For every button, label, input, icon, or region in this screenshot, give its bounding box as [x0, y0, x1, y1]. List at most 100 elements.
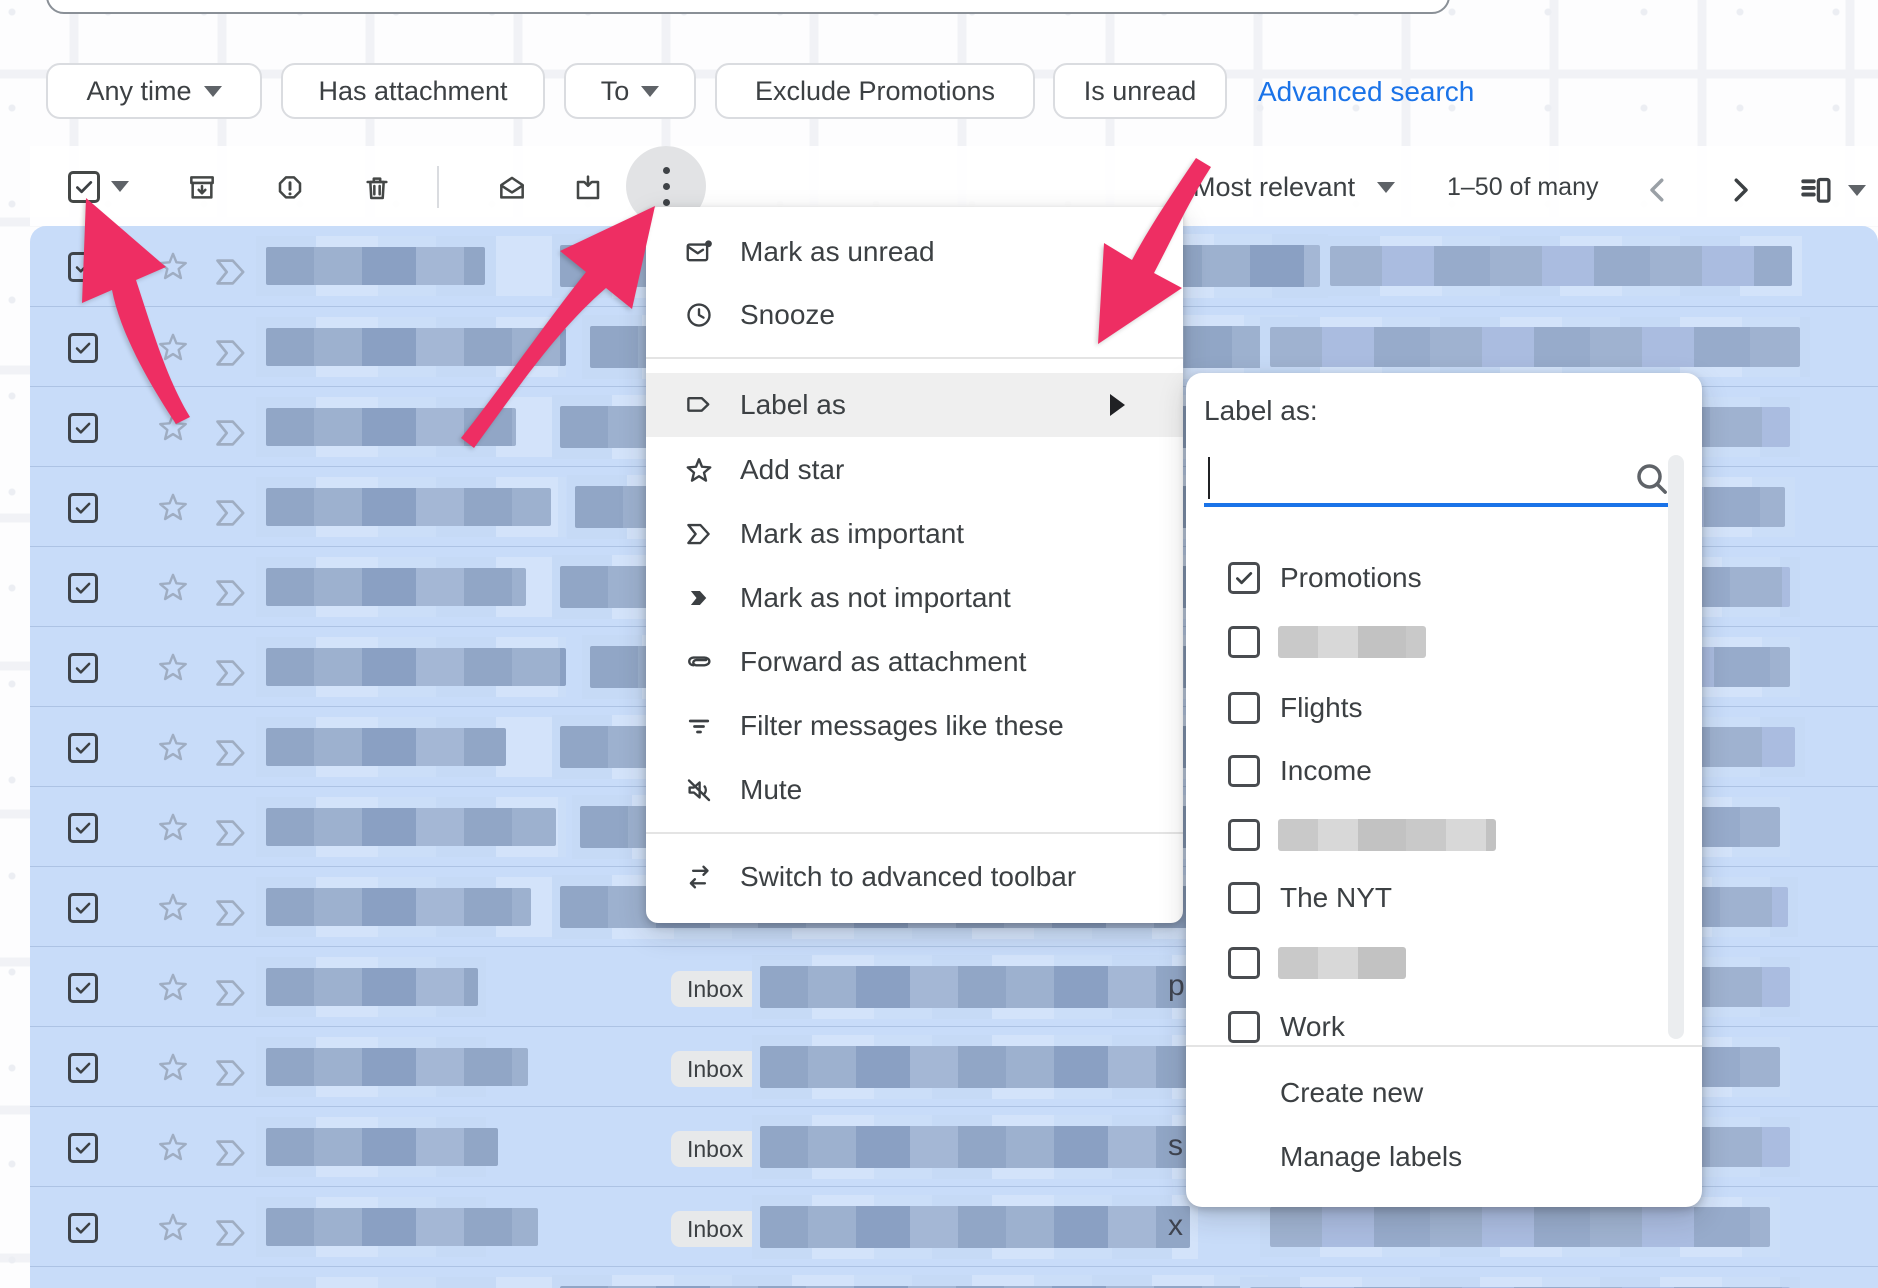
- label-row-redacted[interactable]: [1186, 803, 1666, 867]
- filter-chip-has-attachment[interactable]: Has attachment: [281, 63, 545, 119]
- filter-chip-label: Has attachment: [318, 76, 507, 107]
- older-page-button[interactable]: [1722, 172, 1758, 213]
- menu-item-filter-messages-like-these[interactable]: Filter messages like these: [646, 694, 1183, 758]
- importance-marker-icon[interactable]: [212, 1054, 250, 1097]
- label-row-flights[interactable]: Flights: [1186, 676, 1666, 740]
- mark-unread-icon: [682, 237, 716, 267]
- advanced-search-link[interactable]: Advanced search: [1258, 76, 1474, 108]
- menu-item-mark-as-unread[interactable]: Mark as unread: [646, 220, 1183, 284]
- star-icon[interactable]: [156, 570, 190, 609]
- move-to-icon[interactable]: [568, 168, 608, 208]
- sort-dropdown[interactable]: Most relevant: [1193, 172, 1395, 203]
- row-checkbox[interactable]: [68, 1053, 98, 1083]
- menu-item-forward-as-attachment[interactable]: Forward as attachment: [646, 630, 1183, 694]
- importance-marker-icon[interactable]: [212, 654, 250, 697]
- row-checkbox[interactable]: [68, 493, 98, 523]
- manage-labels-item[interactable]: Manage labels: [1280, 1129, 1680, 1185]
- star-icon[interactable]: [156, 970, 190, 1009]
- label-checkbox[interactable]: [1228, 1011, 1260, 1043]
- email-row[interactable]: [30, 1266, 1878, 1288]
- row-checkbox[interactable]: [68, 973, 98, 1003]
- importance-marker-icon[interactable]: [212, 574, 250, 617]
- split-pane-toggle[interactable]: [1798, 172, 1866, 208]
- importance-marker-icon[interactable]: [212, 974, 250, 1017]
- row-checkbox[interactable]: [68, 1133, 98, 1163]
- row-checkbox[interactable]: [68, 1213, 98, 1243]
- filter-chip-is-unread[interactable]: Is unread: [1053, 63, 1227, 119]
- importance-marker-icon[interactable]: [212, 734, 250, 777]
- importance-marker-icon[interactable]: [212, 894, 250, 937]
- label-checkbox[interactable]: [1228, 626, 1260, 658]
- star-icon[interactable]: [156, 650, 190, 689]
- label-row-redacted[interactable]: [1186, 610, 1666, 674]
- menu-item-label-as[interactable]: Label as: [646, 373, 1183, 437]
- importance-marker-icon[interactable]: [212, 1134, 250, 1177]
- newer-page-button[interactable]: [1640, 172, 1676, 213]
- select-all-dropdown-caret[interactable]: [111, 181, 129, 192]
- label-row-work[interactable]: Work: [1186, 995, 1666, 1059]
- menu-item-switch-to-advanced-toolbar[interactable]: Switch to advanced toolbar: [646, 845, 1183, 909]
- star-icon[interactable]: [156, 410, 190, 449]
- importance-marker-icon[interactable]: [212, 1214, 250, 1257]
- label-search-input[interactable]: [1204, 453, 1682, 507]
- create-new-label-item[interactable]: Create new: [1280, 1065, 1680, 1121]
- menu-item-mute[interactable]: Mute: [646, 758, 1183, 822]
- inbox-label-chip: Inbox: [671, 1211, 759, 1247]
- row-checkbox[interactable]: [68, 573, 98, 603]
- label-checkbox[interactable]: [1228, 755, 1260, 787]
- label-row-the-nyt[interactable]: The NYT: [1186, 866, 1666, 930]
- label-checkbox[interactable]: [1228, 562, 1260, 594]
- row-checkbox[interactable]: [68, 813, 98, 843]
- mute-icon: [682, 775, 716, 805]
- star-icon[interactable]: [156, 810, 190, 849]
- importance-marker-icon[interactable]: [212, 414, 250, 457]
- report-spam-icon[interactable]: [270, 168, 310, 208]
- importance-marker-icon[interactable]: [212, 253, 250, 296]
- filter-chip-to[interactable]: To: [564, 63, 696, 119]
- label-row-promotions[interactable]: Promotions: [1186, 546, 1666, 610]
- row-checkbox[interactable]: [68, 893, 98, 923]
- menu-item-snooze[interactable]: Snooze: [646, 283, 1183, 347]
- menu-item-label: Mark as important: [740, 518, 964, 550]
- importance-marker-icon[interactable]: [212, 814, 250, 857]
- menu-item-label: Snooze: [740, 299, 835, 331]
- star-icon[interactable]: [156, 890, 190, 929]
- importance-marker-icon[interactable]: [212, 334, 250, 377]
- row-checkbox[interactable]: [68, 413, 98, 443]
- row-checkbox[interactable]: [68, 252, 98, 282]
- label-row-redacted[interactable]: [1186, 931, 1666, 995]
- submenu-arrow-icon: [1110, 394, 1125, 416]
- label-checkbox[interactable]: [1228, 882, 1260, 914]
- label-checkbox[interactable]: [1228, 947, 1260, 979]
- star-icon[interactable]: [156, 490, 190, 529]
- label-checkbox[interactable]: [1228, 819, 1260, 851]
- menu-item-mark-as-important[interactable]: Mark as important: [646, 502, 1183, 566]
- delete-icon[interactable]: [357, 168, 397, 208]
- menu-item-label: Forward as attachment: [740, 646, 1026, 678]
- label-checkbox[interactable]: [1228, 692, 1260, 724]
- select-all-checkbox[interactable]: [68, 171, 100, 203]
- importance-marker-icon[interactable]: [212, 494, 250, 537]
- menu-item-add-star[interactable]: Add star: [646, 438, 1183, 502]
- archive-icon[interactable]: [182, 168, 222, 208]
- menu-item-mark-as-not-important[interactable]: Mark as not important: [646, 566, 1183, 630]
- star-icon[interactable]: [156, 730, 190, 769]
- star-icon[interactable]: [156, 1130, 190, 1169]
- row-checkbox[interactable]: [68, 653, 98, 683]
- redacted-sender: [266, 1048, 528, 1086]
- redacted-sender: [266, 728, 506, 766]
- row-checkbox[interactable]: [68, 733, 98, 763]
- label-list-scrollbar[interactable]: [1668, 455, 1684, 1039]
- mark-as-read-icon[interactable]: [492, 168, 532, 208]
- row-checkbox[interactable]: [68, 333, 98, 363]
- star-icon[interactable]: [156, 249, 190, 288]
- label-row-income[interactable]: Income: [1186, 739, 1666, 803]
- filter-chip-any-time[interactable]: Any time: [46, 63, 262, 119]
- star-icon[interactable]: [156, 1050, 190, 1089]
- label-name: Income: [1280, 755, 1372, 787]
- chevron-down-icon: [641, 86, 659, 97]
- inbox-label-chip: Inbox: [671, 1051, 759, 1087]
- filter-chip-exclude-promotions[interactable]: Exclude Promotions: [715, 63, 1035, 119]
- star-icon[interactable]: [156, 1210, 190, 1249]
- star-icon[interactable]: [156, 330, 190, 369]
